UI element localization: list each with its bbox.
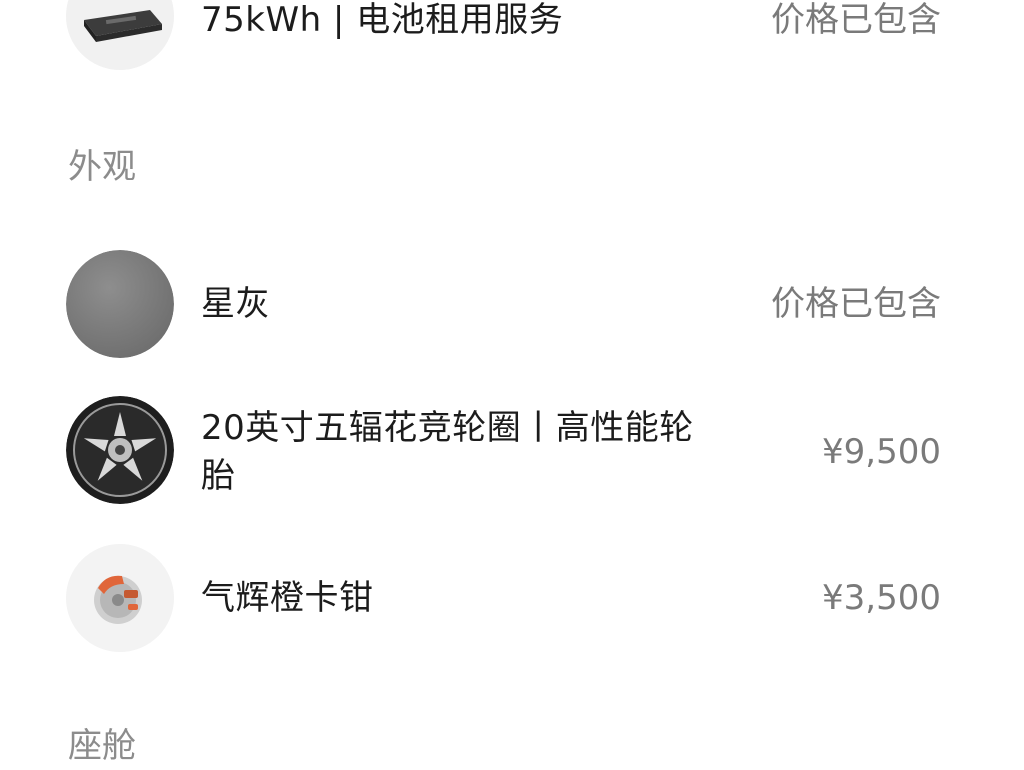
wheel-option-price: ¥9,500	[822, 432, 941, 472]
color-option-label: 星灰	[201, 284, 270, 324]
section-title-cabin: 座舱	[68, 726, 136, 766]
caliper-option-label: 气辉橙卡钳	[201, 578, 374, 618]
wheel-option-label-line1: 20英寸五辐花竞轮圈丨高性能轮	[201, 408, 694, 448]
star-grey-color-swatch-icon	[66, 250, 174, 358]
color-swatch-thumbnail[interactable]	[66, 250, 174, 358]
battery-service-price: 价格已包含	[771, 0, 941, 40]
brake-caliper-icon	[66, 544, 174, 652]
wheel-option-label-line2: 胎	[201, 456, 236, 496]
battery-thumbnail	[66, 0, 174, 70]
battery-service-label: 75kWh | 电池租用服务	[201, 0, 564, 40]
wheel-option-label: 20英寸五辐花竞轮圈丨高性能轮 胎	[201, 404, 694, 500]
caliper-thumbnail[interactable]	[66, 544, 174, 652]
wheel-thumbnail[interactable]	[66, 396, 174, 504]
caliper-option-price: ¥3,500	[822, 578, 941, 618]
battery-pack-icon	[66, 0, 174, 70]
section-title-exterior: 外观	[68, 147, 136, 187]
color-option-price: 价格已包含	[771, 284, 941, 324]
wheel-rim-icon	[66, 396, 174, 504]
